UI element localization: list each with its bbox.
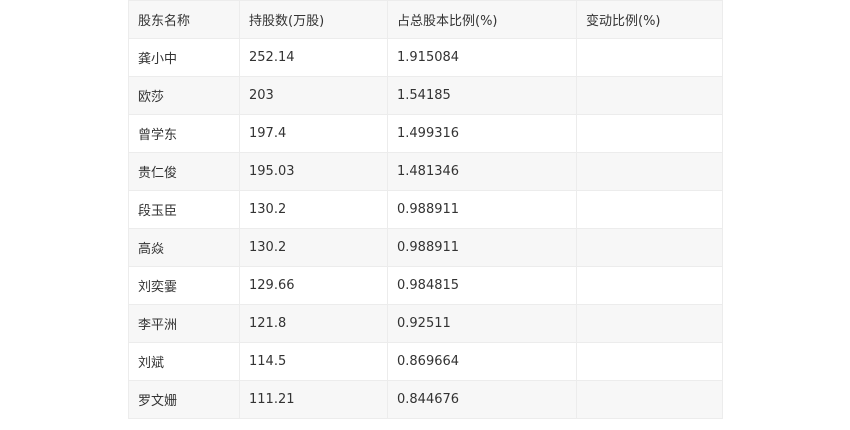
table-row: 欧莎 203 1.54185 — [128, 76, 723, 115]
header-shareholder-name: 股东名称 — [128, 0, 240, 39]
table-row: 罗文姗 111.21 0.844676 — [128, 380, 723, 419]
cell-shares-held: 195.03 — [239, 152, 388, 191]
cell-change-ratio — [576, 114, 723, 153]
table-row: 刘斌 114.5 0.869664 — [128, 342, 723, 381]
table-row: 高焱 130.2 0.988911 — [128, 228, 723, 267]
cell-shareholder-name: 段玉臣 — [128, 190, 240, 229]
cell-shares-held: 114.5 — [239, 342, 388, 381]
cell-share-ratio: 1.915084 — [387, 38, 577, 77]
cell-shareholder-name: 刘奕霎 — [128, 266, 240, 305]
cell-shareholder-name: 欧莎 — [128, 76, 240, 115]
cell-share-ratio: 0.869664 — [387, 342, 577, 381]
header-row: 股东名称 持股数(万股) 占总股本比例(%) 变动比例(%) — [128, 0, 723, 39]
cell-shares-held: 203 — [239, 76, 388, 115]
table-row: 李平洲 121.8 0.92511 — [128, 304, 723, 343]
shareholder-table: 股东名称 持股数(万股) 占总股本比例(%) 变动比例(%) 龚小中 252.1… — [128, 0, 723, 419]
header-shares-held: 持股数(万股) — [239, 0, 388, 39]
cell-shareholder-name: 曾学东 — [128, 114, 240, 153]
cell-change-ratio — [576, 76, 723, 115]
cell-shares-held: 130.2 — [239, 190, 388, 229]
cell-change-ratio — [576, 380, 723, 419]
cell-shareholder-name: 龚小中 — [128, 38, 240, 77]
cell-shares-held: 121.8 — [239, 304, 388, 343]
cell-share-ratio: 0.988911 — [387, 190, 577, 229]
header-share-ratio: 占总股本比例(%) — [387, 0, 577, 39]
header-change-ratio: 变动比例(%) — [576, 0, 723, 39]
cell-share-ratio: 1.481346 — [387, 152, 577, 191]
cell-shares-held: 197.4 — [239, 114, 388, 153]
cell-share-ratio: 0.988911 — [387, 228, 577, 267]
cell-shareholder-name: 贵仁俊 — [128, 152, 240, 191]
cell-shares-held: 130.2 — [239, 228, 388, 267]
cell-change-ratio — [576, 152, 723, 191]
table-body: 龚小中 252.14 1.915084 欧莎 203 1.54185 曾学东 1… — [128, 38, 723, 419]
cell-shareholder-name: 李平洲 — [128, 304, 240, 343]
cell-change-ratio — [576, 228, 723, 267]
cell-share-ratio: 0.844676 — [387, 380, 577, 419]
cell-change-ratio — [576, 342, 723, 381]
cell-share-ratio: 0.984815 — [387, 266, 577, 305]
cell-shares-held: 252.14 — [239, 38, 388, 77]
table-row: 刘奕霎 129.66 0.984815 — [128, 266, 723, 305]
shareholder-table-container: 股东名称 持股数(万股) 占总股本比例(%) 变动比例(%) 龚小中 252.1… — [128, 0, 723, 419]
table-header: 股东名称 持股数(万股) 占总股本比例(%) 变动比例(%) — [128, 0, 723, 39]
table-row: 段玉臣 130.2 0.988911 — [128, 190, 723, 229]
cell-change-ratio — [576, 266, 723, 305]
cell-shares-held: 111.21 — [239, 380, 388, 419]
table-row: 曾学东 197.4 1.499316 — [128, 114, 723, 153]
cell-change-ratio — [576, 190, 723, 229]
cell-change-ratio — [576, 304, 723, 343]
table-row: 龚小中 252.14 1.915084 — [128, 38, 723, 77]
cell-share-ratio: 1.499316 — [387, 114, 577, 153]
cell-share-ratio: 1.54185 — [387, 76, 577, 115]
cell-shareholder-name: 罗文姗 — [128, 380, 240, 419]
cell-shareholder-name: 高焱 — [128, 228, 240, 267]
cell-shares-held: 129.66 — [239, 266, 388, 305]
table-row: 贵仁俊 195.03 1.481346 — [128, 152, 723, 191]
cell-shareholder-name: 刘斌 — [128, 342, 240, 381]
cell-share-ratio: 0.92511 — [387, 304, 577, 343]
cell-change-ratio — [576, 38, 723, 77]
